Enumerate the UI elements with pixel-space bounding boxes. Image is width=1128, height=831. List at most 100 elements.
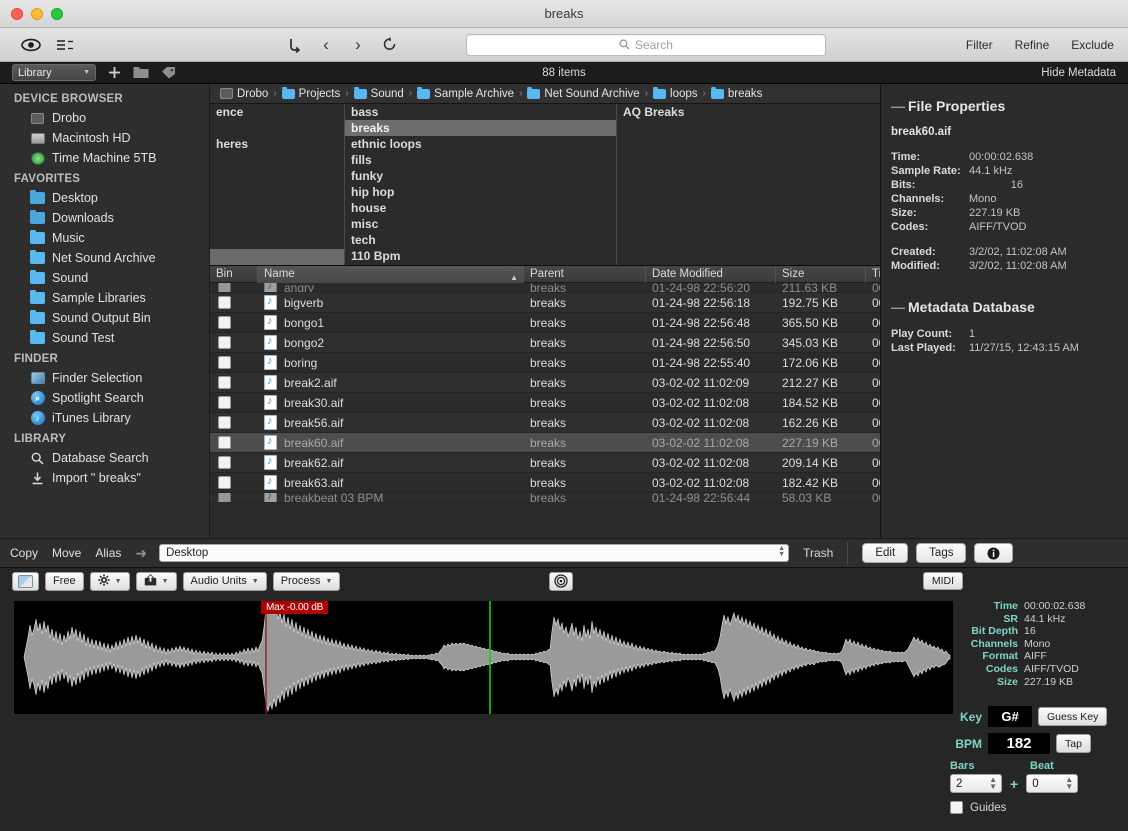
row-bin-cell[interactable] xyxy=(210,316,258,329)
column-item-aq-breaks[interactable]: AQ Breaks xyxy=(617,104,880,120)
row-checkbox[interactable] xyxy=(218,416,231,429)
column-browser-col-2[interactable]: bass breaks ethnic loops fills funky hip… xyxy=(345,104,617,265)
stepper-icon[interactable]: ▲ ▼ xyxy=(778,545,785,558)
row-checkbox[interactable] xyxy=(218,336,231,349)
sidebar-item-import-breaks[interactable]: Import " breaks" xyxy=(0,468,209,488)
row-checkbox[interactable] xyxy=(218,456,231,469)
bpm-value[interactable]: 182 xyxy=(988,733,1050,754)
sidebar-item-desktop[interactable]: Desktop xyxy=(0,188,209,208)
share-icon[interactable] xyxy=(278,33,310,57)
file-table[interactable]: Bin Name ▲ Parent Date Modified Size Tim… xyxy=(210,266,880,538)
sidebar-item-music[interactable]: Music xyxy=(0,228,209,248)
minimize-window-button[interactable] xyxy=(31,7,43,20)
sidebar-item-downloads[interactable]: Downloads xyxy=(0,208,209,228)
copy-button[interactable]: Copy xyxy=(10,546,38,560)
trash-button[interactable]: Trash xyxy=(803,546,833,560)
row-bin-cell[interactable] xyxy=(210,356,258,369)
exclude-button[interactable]: Exclude xyxy=(1071,38,1114,52)
row-bin-cell[interactable] xyxy=(210,396,258,409)
column-header-time[interactable]: Time xyxy=(866,266,880,283)
library-dropdown[interactable]: Library ▼ xyxy=(12,64,96,81)
column-header-size[interactable]: Size xyxy=(776,266,866,283)
sidebar-item-sample-libraries[interactable]: Sample Libraries xyxy=(0,288,209,308)
column-header-date-modified[interactable]: Date Modified xyxy=(646,266,776,283)
sidebar-item-database-search[interactable]: Database Search xyxy=(0,448,209,468)
sidebar-item-macintosh-hd[interactable]: Macintosh HD xyxy=(0,128,209,148)
column-header-name[interactable]: Name ▲ xyxy=(258,266,524,283)
column-item[interactable]: heres xyxy=(210,136,344,152)
breadcrumb-item-projects[interactable]: Projects xyxy=(281,86,340,100)
column-header-parent[interactable]: Parent xyxy=(524,266,646,283)
row-checkbox[interactable] xyxy=(218,396,231,409)
row-bin-cell[interactable] xyxy=(210,436,258,449)
row-bin-cell[interactable] xyxy=(210,493,258,502)
refine-button[interactable]: Refine xyxy=(1015,38,1050,52)
row-checkbox[interactable] xyxy=(218,493,231,502)
breadcrumb-item-sample-archive[interactable]: Sample Archive xyxy=(417,86,514,100)
refresh-icon[interactable] xyxy=(374,33,406,57)
sidebar-item-net-sound-archive[interactable]: Net Sound Archive xyxy=(0,248,209,268)
midi-button[interactable]: MIDI xyxy=(922,572,963,590)
collapse-icon[interactable]: — xyxy=(891,299,905,315)
settings-dropdown[interactable]: ▼ xyxy=(89,571,130,591)
column-item[interactable]: ence xyxy=(210,104,344,120)
column-item-house[interactable]: house xyxy=(345,200,616,216)
beat-stepper[interactable]: 0 ▲ ▼ xyxy=(1026,774,1079,793)
zoom-window-button[interactable] xyxy=(51,7,63,20)
row-checkbox[interactable] xyxy=(218,283,231,292)
key-value[interactable]: G# xyxy=(988,706,1032,727)
table-row[interactable]: break30.aif breaks 03-02-02 11:02:08 184.52… xyxy=(210,393,880,413)
table-row[interactable]: bongo1 breaks 01-24-98 22:56:48 365.50 KB 00… xyxy=(210,313,880,333)
tags-button[interactable]: Tags xyxy=(916,543,967,563)
waveform-display[interactable]: Max -0.00 dB xyxy=(14,601,953,714)
tag-icon[interactable] xyxy=(161,66,176,79)
free-mode-button[interactable]: Free xyxy=(45,571,84,591)
row-bin-cell[interactable] xyxy=(210,283,258,292)
finder-reveal-button[interactable] xyxy=(12,571,39,591)
row-checkbox[interactable] xyxy=(218,436,231,449)
row-checkbox[interactable] xyxy=(218,356,231,369)
sidebar-item-itunes-library[interactable]: ♪ iTunes Library xyxy=(0,408,209,428)
sidebar-item-time-machine[interactable]: Time Machine 5TB xyxy=(0,148,209,168)
table-row[interactable]: boring breaks 01-24-98 22:55:40 172.06 KB 00… xyxy=(210,353,880,373)
column-item-funky[interactable]: funky xyxy=(345,168,616,184)
breadcrumb-item-drobo[interactable]: Drobo xyxy=(220,88,268,100)
table-row[interactable]: break62.aif breaks 03-02-02 11:02:08 209.14… xyxy=(210,453,880,473)
table-row[interactable]: break2.aif breaks 03-02-02 11:02:09 212.27 … xyxy=(210,373,880,393)
close-window-button[interactable] xyxy=(11,7,23,20)
row-bin-cell[interactable] xyxy=(210,416,258,429)
process-dropdown[interactable]: Process ▼ xyxy=(272,571,341,591)
table-row[interactable]: breakbeat 03 BPM breaks 01-24-98 22:56:44 5… xyxy=(210,493,880,503)
row-bin-cell[interactable] xyxy=(210,296,258,309)
sidebar-item-sound-output-bin[interactable]: Sound Output Bin xyxy=(0,308,209,328)
edit-button[interactable]: Edit xyxy=(862,543,909,563)
back-icon[interactable]: ‹ xyxy=(310,33,342,57)
destination-dropdown[interactable]: Desktop ▲ ▼ xyxy=(159,544,790,562)
row-checkbox[interactable] xyxy=(218,296,231,309)
row-checkbox[interactable] xyxy=(218,376,231,389)
stepper-icon[interactable]: ▲ ▼ xyxy=(1065,776,1073,791)
sidebar-item-spotlight-search[interactable]: ⌕ Spotlight Search xyxy=(0,388,209,408)
move-button[interactable]: Move xyxy=(52,546,81,560)
table-row[interactable]: break63.aif breaks 03-02-02 11:02:08 182.42… xyxy=(210,473,880,493)
table-row[interactable]: angry breaks 01-24-98 22:56:20 211.63 KB 00:… xyxy=(210,283,880,293)
column-item-partial[interactable] xyxy=(210,249,344,265)
column-item-tech[interactable]: tech xyxy=(345,232,616,248)
search-input[interactable]: Search xyxy=(465,33,826,56)
sidebar-item-sound-test[interactable]: Sound Test xyxy=(0,328,209,348)
column-item[interactable] xyxy=(210,120,344,136)
table-row[interactable]: break56.aif breaks 03-02-02 11:02:08 162.26… xyxy=(210,413,880,433)
column-item-fills[interactable]: fills xyxy=(345,152,616,168)
row-checkbox[interactable] xyxy=(218,476,231,489)
column-item-110-bpm[interactable]: 110 Bpm xyxy=(345,248,616,264)
share-dropdown[interactable]: ▼ xyxy=(135,571,177,591)
breadcrumb-item-loops[interactable]: loops xyxy=(653,86,698,100)
sidebar-item-sound[interactable]: Sound xyxy=(0,268,209,288)
row-bin-cell[interactable] xyxy=(210,476,258,489)
target-button[interactable] xyxy=(549,571,573,591)
info-button[interactable] xyxy=(974,543,1014,563)
alias-button[interactable]: Alias xyxy=(95,546,121,560)
breadcrumb-item-net-sound-archive[interactable]: Net Sound Archive xyxy=(527,86,640,100)
row-bin-cell[interactable] xyxy=(210,336,258,349)
column-browser-col-1[interactable]: ence heres xyxy=(210,104,345,265)
